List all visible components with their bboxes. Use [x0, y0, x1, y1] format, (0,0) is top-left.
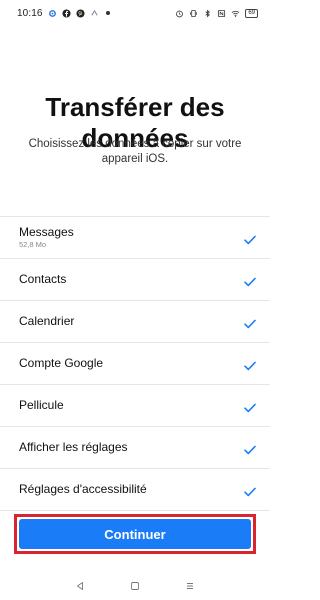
checkmark-icon	[244, 445, 256, 454]
list-item-label: Calendrier	[19, 314, 75, 328]
list-item-google-account[interactable]: Compte Google	[0, 343, 270, 385]
checkmark-icon	[244, 235, 256, 244]
list-item-label: Compte Google	[19, 356, 104, 370]
bottom-action-area: Continuer	[0, 514, 270, 554]
settings-icon	[48, 9, 57, 18]
list-item-label: Afficher les réglages	[19, 440, 128, 454]
status-right: 69	[175, 8, 258, 18]
home-icon[interactable]	[129, 580, 141, 592]
checkmark-icon	[244, 361, 256, 370]
list-item-contacts[interactable]: Contacts	[0, 259, 270, 301]
list-item-camera-roll[interactable]: Pellicule	[0, 385, 270, 427]
list-item-messages[interactable]: Messages 52,8 Mo	[0, 217, 270, 259]
status-bar: 10:16 69	[0, 0, 270, 26]
checkmark-icon	[244, 403, 256, 412]
checkmark-icon	[244, 277, 256, 286]
data-list: Messages 52,8 Mo Contacts Calendrier Com…	[0, 216, 270, 511]
system-nav-bar	[0, 572, 270, 600]
list-item-label: Réglages d'accessibilité	[19, 482, 147, 496]
checkmark-icon	[244, 487, 256, 496]
checkmark-icon	[244, 319, 256, 328]
recents-icon[interactable]	[184, 580, 196, 592]
status-left: 10:16	[17, 8, 110, 19]
vibrate-icon	[190, 9, 198, 17]
nfc-icon	[218, 9, 226, 17]
list-item-label: Messages	[19, 225, 74, 239]
list-item-size: 52,8 Mo	[19, 240, 47, 249]
page-subtitle: Choisissez les données à copier sur votr…	[28, 138, 242, 165]
dot-icon	[105, 11, 110, 15]
list-item-display-settings[interactable]: Afficher les réglages	[0, 427, 270, 469]
status-time: 10:16	[17, 7, 43, 19]
list-item-label: Pellicule	[19, 398, 64, 412]
continue-button[interactable]: Continuer	[19, 519, 251, 549]
highlight-frame: Continuer	[14, 514, 256, 554]
list-item-accessibility-settings[interactable]: Réglages d'accessibilité	[0, 469, 270, 511]
pinterest-icon	[75, 8, 85, 18]
facebook-icon	[61, 8, 71, 18]
battery-icon: 69	[245, 8, 258, 18]
list-item-calendar[interactable]: Calendrier	[0, 301, 270, 343]
bluetooth-icon	[205, 9, 211, 17]
alarm-icon	[176, 10, 184, 17]
app-icon	[90, 9, 99, 18]
wifi-icon	[231, 10, 240, 17]
list-item-label: Contacts	[19, 272, 67, 286]
back-icon[interactable]	[74, 580, 86, 592]
